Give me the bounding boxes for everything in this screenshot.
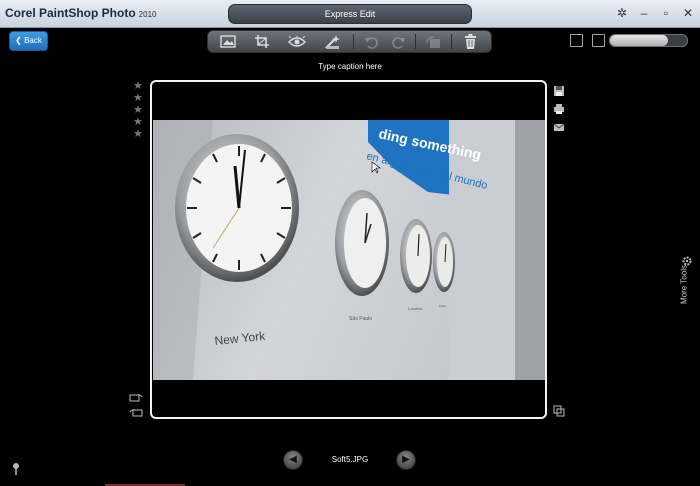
crop-icon[interactable] (251, 32, 273, 51)
mode-indicator[interactable]: Express Edit (228, 4, 472, 24)
star-icon[interactable]: ★ (133, 128, 143, 140)
zoom-slider[interactable] (609, 34, 688, 47)
rotate-right-icon[interactable] (129, 407, 143, 417)
more-tools-button[interactable]: More Tools (676, 250, 698, 320)
compare-icon[interactable] (553, 405, 565, 417)
chevron-right-icon: ▶ (402, 454, 410, 465)
close-icon[interactable]: ✕ (682, 7, 694, 19)
makeover-icon[interactable] (322, 32, 344, 51)
photo-image[interactable]: ding something en algún lugar del mundo … (153, 120, 545, 380)
previous-photo-button[interactable]: ◀ (283, 450, 303, 470)
clock-label-4: Tokio (439, 304, 446, 308)
more-tools-label: More Tools (679, 265, 689, 304)
chevron-left-icon: ❮ (15, 36, 22, 45)
toolbar-separator (451, 34, 452, 49)
rating-stars: ★ ★ ★ ★ ★ (133, 80, 143, 140)
toolbar-separator (415, 34, 416, 49)
maximize-icon[interactable]: ▫ (660, 7, 672, 19)
red-eye-icon[interactable] (286, 32, 308, 51)
star-icon[interactable]: ★ (133, 92, 143, 104)
rotate-icon[interactable] (422, 32, 444, 51)
star-icon[interactable]: ★ (133, 80, 143, 92)
redo-icon[interactable] (388, 32, 410, 51)
toolbar-separator (353, 34, 354, 49)
photo-tool-icon[interactable] (217, 32, 239, 51)
pin-icon[interactable] (11, 463, 21, 475)
app-year: 2010 (138, 10, 157, 19)
undo-icon[interactable] (360, 32, 382, 51)
fit-screen-icon[interactable] (570, 34, 583, 47)
title-bar: Corel PaintShop Photo 2010 Express Edit ✲… (0, 0, 700, 28)
photo-actions (553, 84, 565, 132)
trash-icon[interactable] (459, 32, 481, 51)
window-controls: ✲ – ▫ ✕ (616, 7, 694, 19)
star-icon[interactable]: ★ (133, 104, 143, 116)
back-button[interactable]: ❮ Back (9, 31, 48, 51)
filename-label: Soft5.JPG (331, 455, 369, 464)
caption-field[interactable]: Type caption here (0, 62, 700, 71)
chevron-left-icon: ◀ (289, 454, 297, 465)
clock-label-sao-paulo: São Paulo (349, 316, 372, 322)
star-icon[interactable]: ★ (133, 116, 143, 128)
clock-label-3: Londres (408, 306, 422, 311)
photo-frame: ding something en algún lugar del mundo … (150, 80, 547, 419)
save-icon[interactable] (553, 84, 565, 96)
back-label: Back (24, 36, 42, 45)
settings-icon[interactable]: ✲ (616, 7, 628, 19)
actual-size-icon[interactable] (592, 34, 605, 47)
edit-toolbar (207, 30, 492, 53)
zoom-slider-fill (610, 35, 668, 46)
next-photo-button[interactable]: ▶ (396, 450, 416, 470)
app-title: Corel PaintShop Photo 2010 (5, 6, 156, 20)
minimize-icon[interactable]: – (638, 7, 650, 19)
print-icon[interactable] (553, 102, 565, 114)
email-icon[interactable] (553, 120, 565, 132)
view-controls (570, 34, 605, 47)
app-name: Corel PaintShop Photo (5, 6, 136, 20)
rotate-left-icon[interactable] (129, 392, 143, 402)
